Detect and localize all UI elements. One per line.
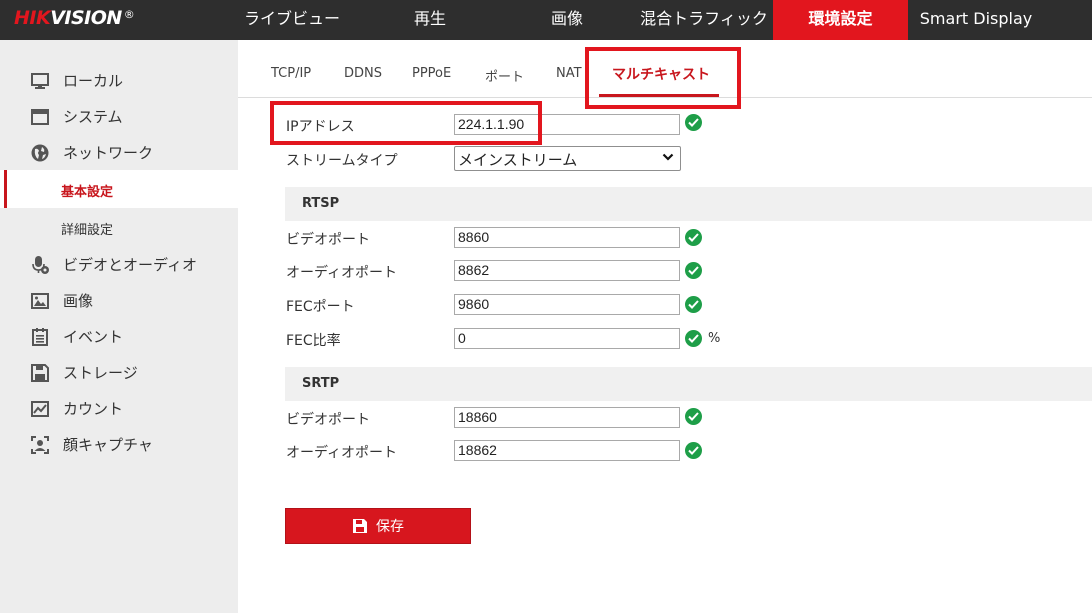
rtsp-fec-port-input[interactable]: 9860 xyxy=(454,294,680,315)
tab-nat[interactable]: NAT xyxy=(556,66,582,81)
sidebar-item-label: イベント xyxy=(63,327,124,346)
rtsp-fec-ratio-input[interactable]: 0 xyxy=(454,328,680,349)
sidebar-subitem-basic-settings[interactable]: 基本設定 xyxy=(0,170,238,208)
nav-mixed-traffic[interactable]: 混合トラフィック xyxy=(636,0,772,40)
valid-check-icon xyxy=(685,229,702,246)
chart-icon xyxy=(31,401,49,417)
logo-part-hik: HIK xyxy=(14,7,51,29)
sidebar-item-label: 画像 xyxy=(63,291,94,310)
sidebar-item-label: 顔キャプチャ xyxy=(63,435,153,454)
srtp-video-port-input[interactable]: 18860 xyxy=(454,407,680,428)
rtsp-video-port-input[interactable]: 8860 xyxy=(454,227,680,248)
tab-port[interactable]: ポート xyxy=(485,66,524,85)
top-nav-bar: HIK VISION ® ライブビュー 再生 画像 混合トラフィック 環境設定 Sm… xyxy=(0,0,1092,40)
chevron-down-icon xyxy=(662,153,674,161)
nav-configuration[interactable]: 環境設定 xyxy=(773,0,908,40)
stream-type-value: メインストリーム xyxy=(458,151,578,169)
microphone-camera-icon xyxy=(32,256,49,274)
valid-check-icon xyxy=(685,408,702,425)
sidebar-item-label: ストレージ xyxy=(63,363,138,382)
rtsp-audio-port-label: オーディオポート xyxy=(286,265,398,281)
srtp-section-header: SRTP xyxy=(285,367,1092,401)
stream-type-label: ストリームタイプ xyxy=(286,153,398,169)
sidebar-item-image[interactable]: 画像 xyxy=(0,282,238,318)
sidebar-item-label: ネットワーク xyxy=(63,143,154,162)
sidebar-subitem-label: 基本設定 xyxy=(61,185,114,200)
sidebar-item-event[interactable]: イベント xyxy=(0,318,238,354)
active-indicator xyxy=(4,170,7,208)
logo-registered-mark: ® xyxy=(123,8,135,21)
save-disk-icon xyxy=(353,519,367,533)
save-button[interactable]: 保存 xyxy=(285,508,471,544)
calendar-icon xyxy=(32,328,48,346)
hikvision-logo: HIK VISION ® xyxy=(14,7,135,33)
srtp-video-port-label: ビデオポート xyxy=(286,412,370,428)
sidebar-item-local[interactable]: ローカル xyxy=(0,62,238,98)
sidebar: ローカル システム ネットワーク 基本設定 詳細設定 ビデオとオーディオ 画像 … xyxy=(0,40,238,613)
highlight-box-multicast-tab xyxy=(585,47,741,109)
nav-picture[interactable]: 画像 xyxy=(520,0,614,40)
rtsp-video-port-label: ビデオポート xyxy=(286,232,370,248)
image-icon xyxy=(31,293,49,309)
sidebar-item-counting[interactable]: カウント xyxy=(0,390,238,426)
valid-check-icon xyxy=(685,296,702,313)
monitor-icon xyxy=(31,73,49,89)
save-disk-icon xyxy=(31,364,49,382)
sidebar-item-label: ローカル xyxy=(63,71,124,90)
sidebar-item-label: ビデオとオーディオ xyxy=(63,255,197,274)
sidebar-item-storage[interactable]: ストレージ xyxy=(0,354,238,390)
globe-icon xyxy=(31,144,49,162)
stream-type-select[interactable]: メインストリーム xyxy=(454,146,681,171)
sidebar-item-label: カウント xyxy=(63,399,124,418)
valid-check-icon xyxy=(685,442,702,459)
nav-live-view[interactable]: ライブビュー xyxy=(230,0,354,40)
sidebar-item-system[interactable]: システム xyxy=(0,98,238,134)
srtp-audio-port-label: オーディオポート xyxy=(286,445,398,461)
rtsp-audio-port-input[interactable]: 8862 xyxy=(454,260,680,281)
tab-ddns[interactable]: DDNS xyxy=(344,66,382,81)
face-capture-icon xyxy=(31,436,49,454)
fec-ratio-unit: % xyxy=(708,331,721,346)
window-icon xyxy=(31,109,49,125)
tab-pppoe[interactable]: PPPoE xyxy=(412,66,451,81)
save-button-label: 保存 xyxy=(376,519,404,535)
sidebar-subitem-label: 詳細設定 xyxy=(61,223,114,238)
highlight-box-ip-address xyxy=(270,101,542,145)
valid-check-icon xyxy=(685,114,702,131)
sidebar-item-network[interactable]: ネットワーク xyxy=(0,134,238,170)
rtsp-section-title: RTSP xyxy=(302,196,340,211)
sidebar-item-video-audio[interactable]: ビデオとオーディオ xyxy=(0,246,238,282)
sidebar-item-label: システム xyxy=(63,107,123,126)
rtsp-fec-port-label: FECポート xyxy=(286,299,355,315)
rtsp-section-header: RTSP xyxy=(285,187,1092,221)
nav-smart-display[interactable]: Smart Display xyxy=(912,0,1040,40)
tab-tcp-ip[interactable]: TCP/IP xyxy=(271,66,311,81)
rtsp-fec-ratio-label: FEC比率 xyxy=(286,333,341,349)
nav-playback[interactable]: 再生 xyxy=(380,0,480,40)
valid-check-icon xyxy=(685,262,702,279)
sidebar-item-face-capture[interactable]: 顔キャプチャ xyxy=(0,426,238,462)
srtp-section-title: SRTP xyxy=(302,376,340,391)
valid-check-icon xyxy=(685,330,702,347)
sidebar-subitem-advanced-settings[interactable]: 詳細設定 xyxy=(0,208,238,246)
srtp-audio-port-input[interactable]: 18862 xyxy=(454,440,680,461)
logo-part-vision: VISION xyxy=(50,7,122,29)
